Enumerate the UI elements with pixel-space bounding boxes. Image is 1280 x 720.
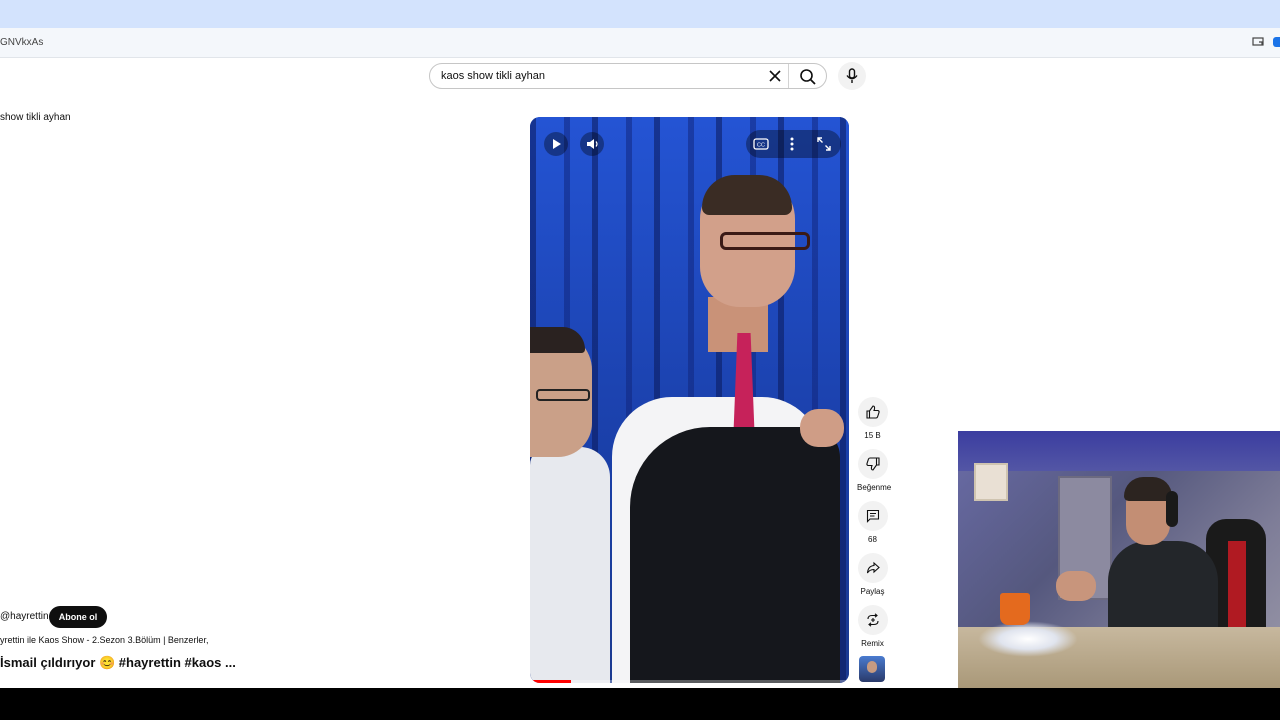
- dislike-action[interactable]: Beğenme: [857, 449, 892, 492]
- dislike-button[interactable]: [857, 449, 888, 479]
- remix-button[interactable]: [857, 605, 888, 635]
- share-label: Paylaş: [860, 587, 885, 596]
- remix-icon: [866, 613, 879, 627]
- webcam-lamp-glow: [978, 621, 1078, 657]
- video-person-left-glasses: [536, 389, 590, 401]
- video-person-left: [530, 447, 610, 683]
- webcam-hand: [1056, 571, 1096, 601]
- search-input[interactable]: kaos show tikli ayhan: [441, 70, 545, 82]
- more-options-button[interactable]: [780, 132, 804, 156]
- shorts-video-player[interactable]: CC: [530, 117, 849, 683]
- thumbs-down-icon: [865, 457, 880, 471]
- captions-icon: CC: [753, 138, 769, 150]
- mute-button[interactable]: [580, 132, 604, 156]
- webcam-poster: [974, 463, 1008, 501]
- video-progress-fill: [530, 680, 572, 683]
- extension-icon[interactable]: [1272, 36, 1280, 48]
- captions-button[interactable]: CC: [749, 132, 773, 156]
- browser-tab-strip: [0, 0, 1280, 28]
- search-divider: [788, 64, 789, 88]
- thumbs-up-icon: [865, 405, 880, 419]
- address-bar[interactable]: GNVkxAs: [0, 28, 1280, 58]
- remix-label: Remix: [861, 639, 884, 648]
- fullscreen-button[interactable]: [812, 132, 836, 156]
- video-title[interactable]: İsmail çıldırıyor 😊 #hayrettin #kaos ...: [0, 655, 236, 671]
- video-person-center-hair: [702, 175, 792, 215]
- webcam-overlay: [958, 431, 1280, 689]
- webcam-mug: [1000, 593, 1030, 625]
- search-query-echo: show tikli ayhan: [0, 112, 71, 123]
- video-jacket: [630, 427, 840, 683]
- more-vertical-icon: [790, 137, 794, 151]
- clear-search-icon[interactable]: [767, 68, 783, 84]
- cast-icon[interactable]: [1252, 36, 1264, 48]
- like-action[interactable]: 15 B: [857, 397, 888, 440]
- comments-button[interactable]: [857, 501, 888, 531]
- play-button[interactable]: [544, 132, 568, 156]
- like-button[interactable]: [857, 397, 888, 427]
- expand-icon: [817, 137, 831, 151]
- comments-action[interactable]: 68: [857, 501, 888, 544]
- share-button[interactable]: [857, 553, 888, 583]
- voice-search-button[interactable]: [838, 62, 866, 90]
- sound-thumbnail-face: [867, 661, 877, 673]
- microphone-icon: [846, 68, 858, 83]
- like-count: 15 B: [864, 431, 881, 440]
- remix-action[interactable]: Remix: [857, 605, 888, 648]
- comment-count: 68: [868, 535, 877, 544]
- subscribe-button[interactable]: Abone ol: [49, 606, 107, 628]
- video-progress-bar[interactable]: [530, 680, 849, 683]
- dislike-label: Beğenme: [857, 483, 892, 492]
- comment-icon: [866, 509, 879, 523]
- share-action[interactable]: Paylaş: [857, 553, 888, 596]
- url-text[interactable]: GNVkxAs: [0, 37, 43, 48]
- svg-text:CC: CC: [757, 143, 765, 149]
- video-person-center-glasses: [720, 232, 810, 250]
- channel-handle[interactable]: @hayrettin: [0, 611, 49, 622]
- play-icon: [553, 139, 561, 149]
- webcam-headset: [1166, 491, 1178, 527]
- volume-icon: [586, 139, 598, 149]
- search-box[interactable]: kaos show tikli ayhan: [429, 63, 827, 89]
- webcam-person-hair: [1124, 477, 1172, 501]
- video-reference-link[interactable]: yrettin ile Kaos Show - 2.Sezon 3.Bölüm …: [0, 635, 208, 645]
- taskbar-area: [0, 688, 1280, 720]
- video-hand: [800, 409, 844, 447]
- sound-thumbnail[interactable]: [859, 656, 885, 682]
- search-icon[interactable]: [799, 68, 817, 86]
- share-icon: [866, 561, 880, 574]
